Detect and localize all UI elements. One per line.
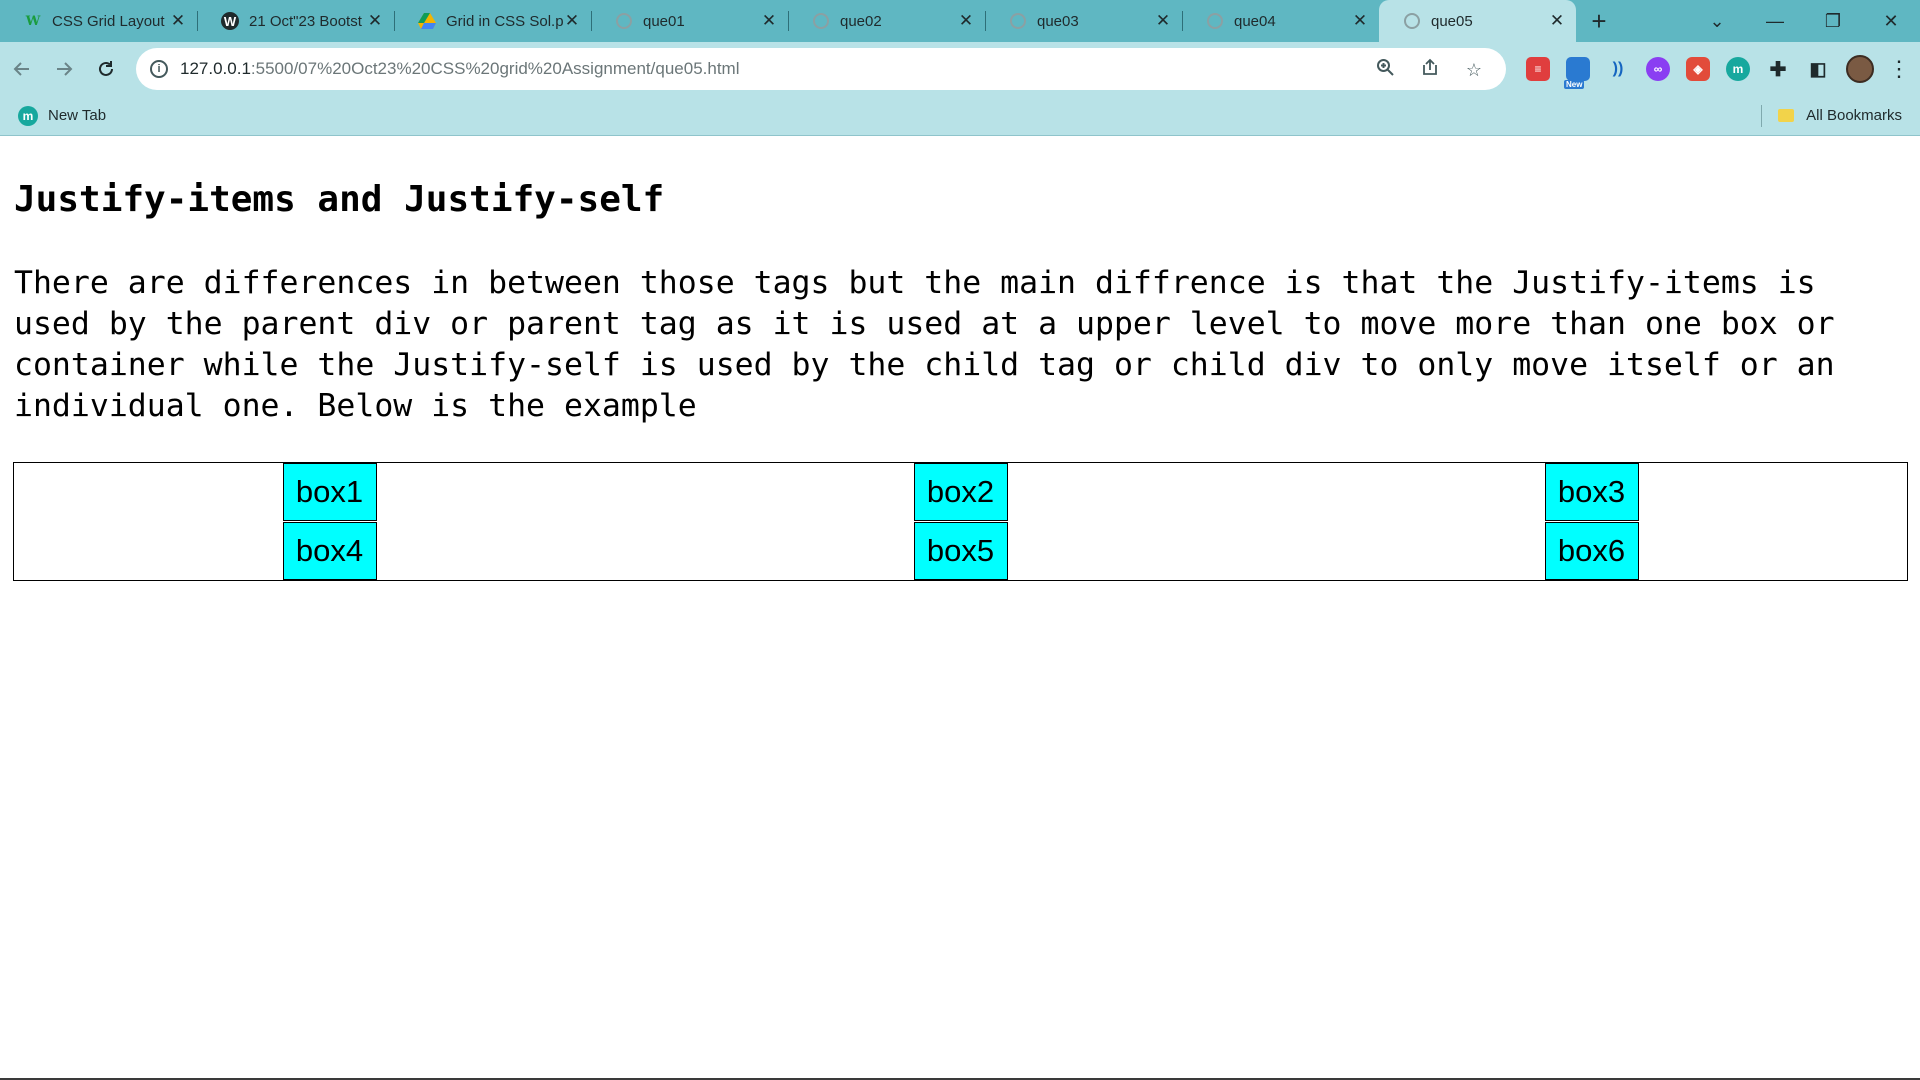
site-info-icon[interactable]: i <box>150 60 168 78</box>
close-icon[interactable]: ✕ <box>760 11 778 31</box>
zoom-icon[interactable] <box>1365 58 1405 81</box>
tab-bootstrap[interactable]: W 21 Oct"23 Bootst ✕ <box>197 0 394 42</box>
folder-icon <box>1778 109 1795 122</box>
tab-title: que02 <box>840 12 882 30</box>
new-badge: New <box>1564 80 1585 89</box>
w-icon: W <box>25 13 41 29</box>
wordpress-icon: W <box>221 12 239 30</box>
tab-que04[interactable]: que04 ✕ <box>1182 0 1379 42</box>
minimize-button[interactable]: — <box>1746 11 1804 32</box>
tab-title: que03 <box>1037 12 1079 30</box>
shield-extension-icon[interactable]: ◈ <box>1686 57 1710 81</box>
bookmark-new-tab[interactable]: m New Tab <box>18 105 107 126</box>
close-icon[interactable]: ✕ <box>169 11 187 31</box>
new-extension-icon[interactable]: New <box>1564 57 1590 89</box>
grid-box: box5 <box>913 521 1008 580</box>
tab-title: CSS Grid Layout <box>52 12 165 30</box>
grid-container: box1 box2 box3 box4 box5 box6 <box>13 462 1908 581</box>
close-icon[interactable]: ✕ <box>1351 11 1369 31</box>
browser-toolbar: i 127.0.0.1:5500/07%20Oct23%20CSS%20grid… <box>0 42 1920 96</box>
bookmarks-divider <box>1761 104 1763 127</box>
close-icon[interactable]: ✕ <box>1548 11 1566 31</box>
share-icon[interactable] <box>1410 58 1450 81</box>
side-panel-icon[interactable]: ◧ <box>1806 57 1830 81</box>
all-bookmarks-button[interactable]: All Bookmarks <box>1806 107 1902 124</box>
tab-title: Grid in CSS Sol.p <box>446 12 563 30</box>
close-icon[interactable]: ✕ <box>366 11 384 31</box>
todoist-extension-icon[interactable]: ≡ <box>1526 57 1550 81</box>
tab-que02[interactable]: que02 ✕ <box>788 0 985 42</box>
arrow-right-icon <box>57 62 73 76</box>
tab-grid-in-css[interactable]: Grid in CSS Sol.p ✕ <box>394 0 591 42</box>
window-controls: ⌄ — ❐ ✕ <box>1688 0 1920 42</box>
globe-icon <box>1404 13 1420 29</box>
tab-css-grid-layout[interactable]: W CSS Grid Layout ✕ <box>0 0 197 42</box>
google-drive-icon <box>418 12 436 30</box>
profile-avatar[interactable] <box>1846 55 1874 83</box>
new-tab-button[interactable]: + <box>1576 0 1622 42</box>
read-aloud-extension-icon[interactable]: )) <box>1606 57 1630 81</box>
m-icon: m <box>18 105 38 126</box>
tab-que01[interactable]: que01 ✕ <box>591 0 788 42</box>
close-icon[interactable]: ✕ <box>563 11 581 31</box>
tab-title: que01 <box>643 12 685 30</box>
infinity-extension-icon[interactable]: ∞ <box>1646 57 1670 81</box>
tab-title: que04 <box>1234 12 1276 30</box>
m-extension-icon[interactable]: m <box>1726 57 1750 81</box>
grid-box: box1 <box>282 463 377 521</box>
page-paragraph: There are differences in between those t… <box>14 265 1835 424</box>
close-icon[interactable]: ✕ <box>957 11 975 31</box>
extensions-area: ≡ New )) ∞ ◈ m ✚ ◧ <box>1518 57 1838 89</box>
page-content: Justify-items and Justify-self There are… <box>0 137 1920 1080</box>
menu-icon[interactable]: ⋮ <box>1888 56 1910 82</box>
globe-icon <box>813 13 829 29</box>
grid-box: box2 <box>913 463 1008 521</box>
forward-button[interactable] <box>44 49 84 89</box>
globe-icon <box>1010 13 1026 29</box>
tab-strip: W CSS Grid Layout ✕ W 21 Oct"23 Bootst ✕… <box>0 0 1920 42</box>
tab-search-icon[interactable]: ⌄ <box>1688 11 1746 32</box>
url-path: :5500/07%20Oct23%20CSS%20grid%20Assignme… <box>250 59 740 78</box>
puzzle-icon[interactable]: ✚ <box>1766 57 1790 81</box>
tab-title: que05 <box>1431 12 1473 30</box>
grid-box: box3 <box>1544 463 1639 521</box>
tab-que03[interactable]: que03 ✕ <box>985 0 1182 42</box>
reload-icon <box>99 61 113 76</box>
reload-button[interactable] <box>86 49 126 89</box>
tab-que05[interactable]: que05 ✕ <box>1379 0 1576 42</box>
close-icon[interactable]: ✕ <box>1154 11 1172 31</box>
globe-icon <box>1207 13 1223 29</box>
url-host: 127.0.0.1 <box>180 59 251 78</box>
tab-title: 21 Oct"23 Bootst <box>249 12 362 30</box>
grid-box: box4 <box>282 521 377 580</box>
address-bar[interactable]: i 127.0.0.1:5500/07%20Oct23%20CSS%20grid… <box>136 48 1506 90</box>
bookmarks-bar: m New Tab All Bookmarks <box>0 96 1920 136</box>
bookmark-label: New Tab <box>48 107 107 124</box>
grid-box: box6 <box>1544 521 1639 580</box>
url-text[interactable]: 127.0.0.1:5500/07%20Oct23%20CSS%20grid%2… <box>180 59 1365 79</box>
page-heading: Justify-items and Justify-self <box>14 179 665 220</box>
back-button[interactable] <box>2 49 42 89</box>
globe-icon <box>616 13 632 29</box>
bookmark-star-icon[interactable]: ☆ <box>1454 60 1494 81</box>
window-close-button[interactable]: ✕ <box>1862 11 1920 32</box>
arrow-left-icon <box>13 62 29 76</box>
restore-button[interactable]: ❐ <box>1804 11 1862 32</box>
